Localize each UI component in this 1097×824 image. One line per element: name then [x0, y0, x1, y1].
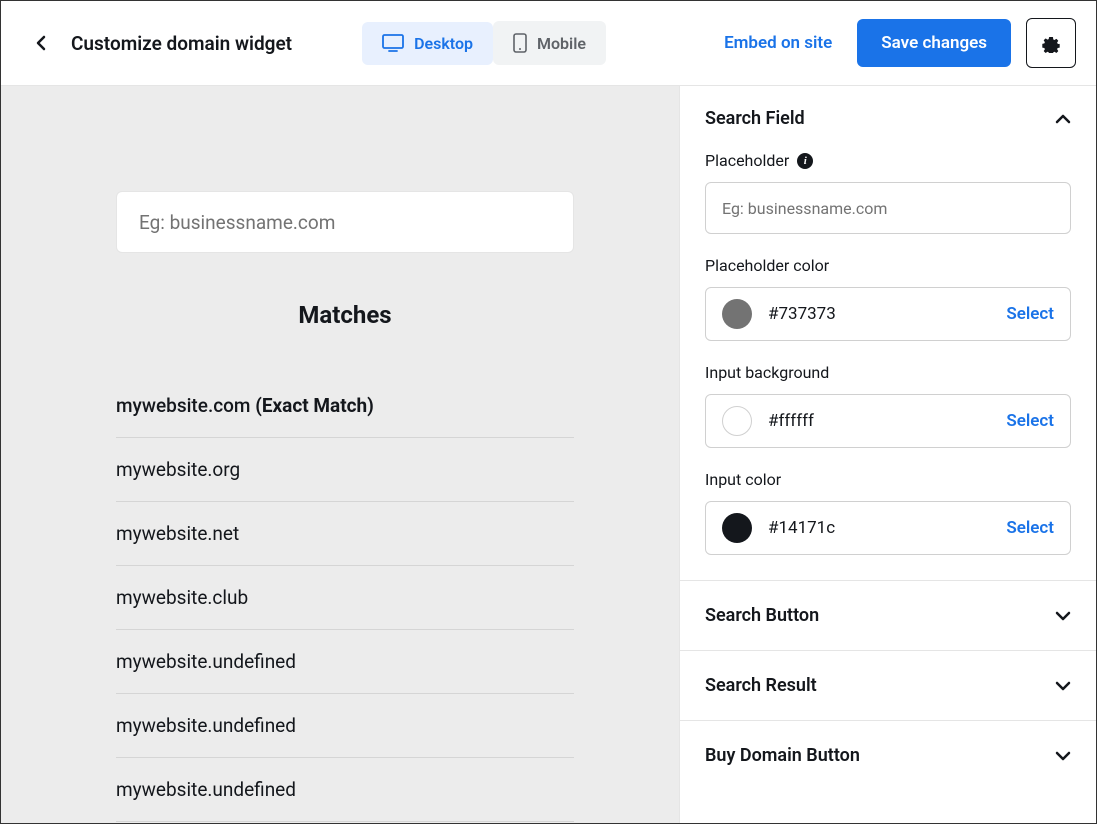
- chevron-left-icon: [36, 35, 46, 51]
- section-buy-domain[interactable]: Buy Domain Button: [680, 721, 1096, 790]
- section-title: Search Result: [705, 675, 817, 696]
- input-bg-row: #ffffff Select: [705, 394, 1071, 448]
- desktop-toggle[interactable]: Desktop: [362, 22, 493, 65]
- preview-area: Eg: businessname.com Matches mywebsite.c…: [1, 86, 679, 823]
- section-search-result[interactable]: Search Result: [680, 651, 1096, 721]
- placeholder-label: Placeholder i: [705, 151, 1071, 170]
- match-row[interactable]: mywebsite.com (Exact Match): [116, 374, 574, 438]
- section-title: Buy Domain Button: [705, 745, 860, 766]
- section-body: Placeholder i Placeholder color #737373 …: [680, 151, 1096, 580]
- settings-button[interactable]: [1026, 18, 1076, 68]
- chevron-down-icon: [1055, 681, 1071, 691]
- placeholder-color-row: #737373 Select: [705, 287, 1071, 341]
- search-input-preview[interactable]: Eg: businessname.com: [116, 191, 574, 253]
- section-search-button[interactable]: Search Button: [680, 581, 1096, 651]
- select-color-button[interactable]: Select: [1006, 411, 1054, 431]
- color-value: #14171c: [768, 518, 1006, 538]
- section-title: Search Button: [705, 605, 819, 626]
- info-icon[interactable]: i: [797, 153, 813, 169]
- match-row[interactable]: mywebsite.undefined: [116, 694, 574, 758]
- match-row[interactable]: mywebsite.net: [116, 502, 574, 566]
- color-value: #737373: [768, 304, 1006, 324]
- mobile-icon: [513, 33, 527, 53]
- section-search-field[interactable]: Search Field: [680, 86, 1096, 129]
- select-color-button[interactable]: Select: [1006, 518, 1054, 538]
- placeholder-color-label: Placeholder color: [705, 256, 1071, 275]
- chevron-down-icon: [1055, 611, 1071, 621]
- match-row[interactable]: mywebsite.org: [116, 438, 574, 502]
- color-value: #ffffff: [768, 411, 1006, 431]
- color-swatch: [722, 299, 752, 329]
- desktop-icon: [382, 34, 404, 52]
- color-swatch: [722, 513, 752, 543]
- chevron-down-icon: [1055, 751, 1071, 761]
- section-title: Search Field: [705, 108, 805, 129]
- chevron-up-icon: [1055, 114, 1071, 124]
- input-color-row: #14171c Select: [705, 501, 1071, 555]
- matches-title: Matches: [116, 301, 574, 329]
- match-row[interactable]: mywebsite.club: [116, 566, 574, 630]
- match-row[interactable]: mywebsite.undefined: [116, 758, 574, 822]
- match-row[interactable]: mywebsite.undefined: [116, 630, 574, 694]
- placeholder-input[interactable]: [705, 182, 1071, 234]
- embed-link[interactable]: Embed on site: [724, 33, 832, 53]
- select-color-button[interactable]: Select: [1006, 304, 1054, 324]
- desktop-label: Desktop: [414, 34, 473, 53]
- save-button[interactable]: Save changes: [857, 19, 1011, 67]
- sidebar: Search Field Placeholder i Placeholder c…: [679, 86, 1096, 823]
- input-bg-label: Input background: [705, 363, 1071, 382]
- input-color-label: Input color: [705, 470, 1071, 489]
- device-toggle: Desktop Mobile: [362, 21, 606, 65]
- back-button[interactable]: [21, 23, 61, 63]
- mobile-toggle[interactable]: Mobile: [493, 21, 606, 65]
- color-swatch: [722, 406, 752, 436]
- page-title: Customize domain widget: [71, 32, 292, 55]
- header: Customize domain widget Desktop Mobile E…: [1, 1, 1096, 86]
- matches-list: mywebsite.com (Exact Match) mywebsite.or…: [116, 374, 574, 822]
- mobile-label: Mobile: [537, 34, 586, 53]
- gear-icon: [1041, 33, 1061, 53]
